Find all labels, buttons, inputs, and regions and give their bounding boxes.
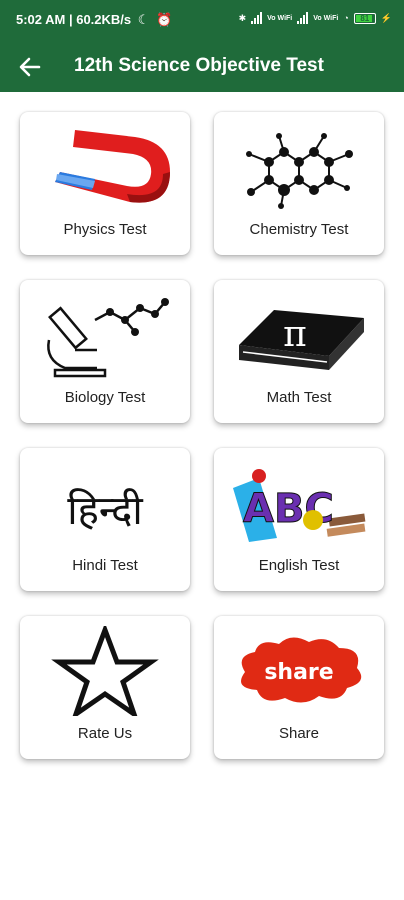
magnet-icon <box>55 130 170 203</box>
card-label: Share <box>278 725 320 742</box>
status-left: 5:02 AM | 60.2KB/s ☾ ⏰ <box>16 12 172 28</box>
volte-icon: Vo WiFi <box>267 14 293 22</box>
charging-icon: ⚡ <box>380 12 392 23</box>
card-label: Biology Test <box>64 389 146 406</box>
card-label: Math Test <box>266 389 332 406</box>
moon-icon: ☾ <box>137 12 150 27</box>
rate-us-card[interactable]: Rate Us <box>20 616 190 759</box>
card-label: Chemistry Test <box>249 221 349 238</box>
chemistry-test-card[interactable]: Chemistry Test <box>214 112 384 255</box>
share-word: share <box>264 660 333 685</box>
abc-icon: ABC <box>233 469 366 542</box>
wifi-icon: ◔ <box>343 13 349 23</box>
biology-test-card[interactable]: Biology Test <box>20 280 190 423</box>
battery-level: 81 <box>360 13 370 23</box>
page-title: 12th Science Objective Test <box>74 55 324 76</box>
hindi-word: हिन्दी <box>67 488 143 534</box>
english-test-card[interactable]: ABC English Test <box>214 448 384 591</box>
card-label: Rate Us <box>77 725 133 742</box>
status-time: 5:02 AM | 60.2KB/s <box>16 12 132 27</box>
share-card[interactable]: share Share <box>214 616 384 759</box>
app-bar: 12th Science Objective Test <box>0 42 404 92</box>
pi-book-icon: π <box>239 310 364 370</box>
math-test-card[interactable]: π Math Test <box>214 280 384 423</box>
bluetooth-icon: ✱ <box>238 12 247 23</box>
card-label: English Test <box>258 557 340 574</box>
status-bar: 5:02 AM | 60.2KB/s ☾ ⏰ ✱ Vo WiFi Vo WiFi… <box>0 0 404 42</box>
molecule-icon <box>246 133 353 209</box>
signal-icon <box>251 12 263 24</box>
back-arrow-icon[interactable] <box>16 53 44 81</box>
status-icons: ✱ Vo WiFi Vo WiFi ◔ 81 ⚡ <box>239 12 392 24</box>
signal-icon <box>297 12 309 24</box>
hindi-text-icon: हिन्दी <box>67 488 143 534</box>
pi-symbol: π <box>283 314 307 355</box>
microscope-icon <box>47 298 169 378</box>
card-label: Physics Test <box>63 221 147 238</box>
volte-icon: Vo WiFi <box>313 14 339 22</box>
alarm-icon: ⏰ <box>156 12 173 27</box>
share-cloud-icon: share <box>241 637 362 703</box>
star-icon <box>51 626 159 716</box>
hindi-test-card[interactable]: हिन्दी Hindi Test <box>20 448 190 591</box>
battery-icon: 81 <box>353 12 376 24</box>
physics-test-card[interactable]: Physics Test <box>20 112 190 255</box>
card-label: Hindi Test <box>72 557 138 574</box>
